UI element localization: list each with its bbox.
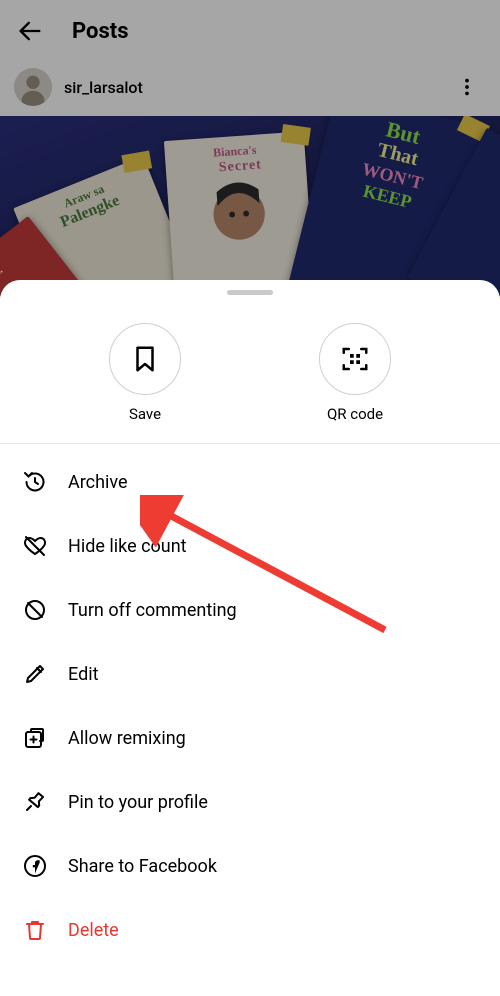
post-author-row: sir_larsalot bbox=[0, 62, 500, 116]
page-title: Posts bbox=[72, 19, 129, 44]
menu-label: Share to Facebook bbox=[68, 856, 217, 877]
sheet-menu: Archive Hide like count Turn off comment… bbox=[0, 444, 500, 968]
menu-item-delete[interactable]: Delete bbox=[0, 898, 500, 962]
menu-label: Hide like count bbox=[68, 536, 187, 557]
post-image: Araw sa Palengke Bianca's Secret But Tha… bbox=[0, 116, 500, 296]
qr-code-label: QR code bbox=[327, 405, 383, 423]
menu-item-edit[interactable]: Edit bbox=[0, 642, 500, 706]
sheet-quick-actions: Save QR code bbox=[0, 301, 500, 443]
edit-icon bbox=[22, 662, 48, 686]
delete-icon bbox=[22, 918, 48, 942]
back-icon[interactable] bbox=[16, 17, 44, 45]
avatar[interactable] bbox=[14, 68, 52, 106]
save-action[interactable]: Save bbox=[85, 323, 205, 423]
menu-item-hide-like-count[interactable]: Hide like count bbox=[0, 514, 500, 578]
menu-label: Edit bbox=[68, 664, 98, 685]
username-label[interactable]: sir_larsalot bbox=[64, 78, 143, 97]
menu-label: Allow remixing bbox=[68, 728, 186, 749]
menu-label: Delete bbox=[68, 920, 119, 941]
menu-item-archive[interactable]: Archive bbox=[0, 450, 500, 514]
commenting-off-icon bbox=[22, 598, 48, 622]
sheet-drag-handle[interactable] bbox=[227, 290, 273, 295]
menu-label: Pin to your profile bbox=[68, 792, 208, 813]
menu-item-pin[interactable]: Pin to your profile bbox=[0, 770, 500, 834]
options-bottom-sheet: Save QR code Archive Hide like count bbox=[0, 280, 500, 996]
archive-icon bbox=[22, 470, 48, 494]
save-label: Save bbox=[129, 405, 161, 423]
more-options-icon[interactable] bbox=[448, 68, 486, 106]
remix-icon bbox=[22, 726, 48, 750]
qr-code-action[interactable]: QR code bbox=[295, 323, 415, 423]
menu-label: Turn off commenting bbox=[68, 600, 237, 621]
hide-likes-icon bbox=[22, 534, 48, 558]
pin-icon bbox=[22, 790, 48, 814]
facebook-icon bbox=[22, 854, 48, 878]
menu-item-share-facebook[interactable]: Share to Facebook bbox=[0, 834, 500, 898]
menu-item-turn-off-commenting[interactable]: Turn off commenting bbox=[0, 578, 500, 642]
menu-item-allow-remixing[interactable]: Allow remixing bbox=[0, 706, 500, 770]
menu-label: Archive bbox=[68, 472, 128, 493]
app-header: Posts bbox=[0, 0, 500, 62]
qr-code-icon bbox=[319, 323, 391, 395]
save-icon bbox=[109, 323, 181, 395]
